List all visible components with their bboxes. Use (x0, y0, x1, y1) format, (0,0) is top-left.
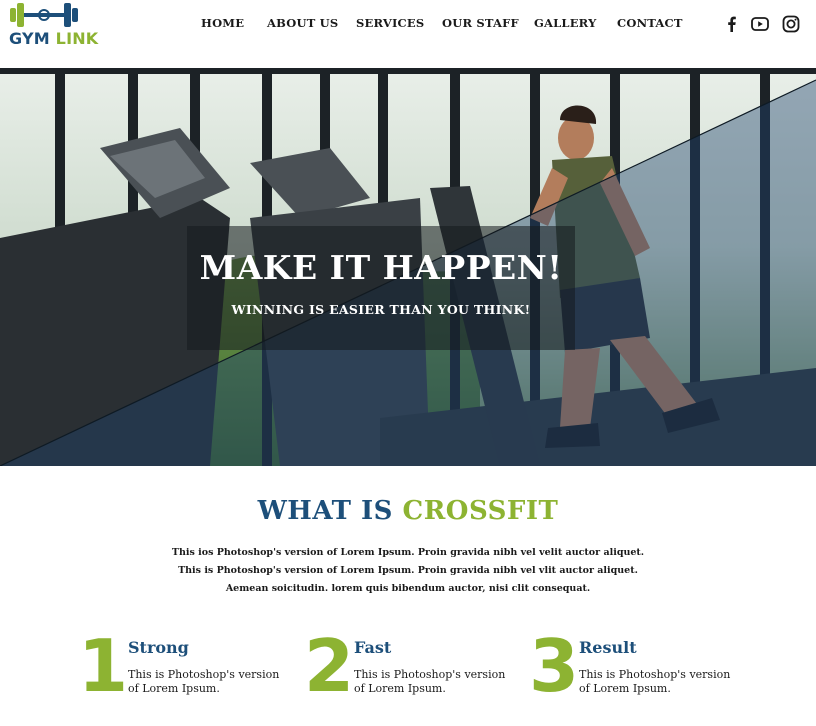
logo-text-link: LINK (55, 29, 99, 48)
description-line: This is Photoshop's version of Lorem Ips… (178, 565, 638, 576)
facebook-icon[interactable] (722, 14, 742, 34)
instagram-icon[interactable] (781, 14, 801, 34)
dumbbell-icon (10, 3, 78, 27)
section-title: WHAT IS CROSSFIT (0, 496, 816, 526)
hero-title: MAKE IT HAPPEN! (199, 248, 563, 287)
feature-result: 3 Result This is Photoshop's version of … (529, 626, 749, 712)
nav-our-staff[interactable]: OUR STAFF (442, 16, 519, 30)
section-title-part1: WHAT IS (257, 496, 393, 526)
nav-services[interactable]: SERVICES (356, 16, 424, 30)
section-title-part2: CROSSFIT (402, 496, 559, 526)
description-line: This ios Photoshop's version of Lorem Ip… (171, 547, 645, 558)
nav-contact[interactable]: CONTACT (617, 16, 683, 30)
feature-number: 2 (304, 624, 355, 708)
feature-title: Strong (128, 638, 189, 657)
youtube-icon[interactable] (750, 14, 770, 34)
logo[interactable]: GYM LINK (8, 0, 98, 50)
feature-number: 3 (529, 624, 580, 708)
logo-text-gym: GYM (9, 29, 50, 48)
nav-home[interactable]: HOME (201, 16, 244, 30)
feature-strong: 1 Strong This is Photoshop's version of … (78, 626, 288, 712)
section-description: This ios Photoshop's version of Lorem Ip… (0, 544, 816, 598)
logo-text: GYM LINK (9, 29, 98, 48)
description-line: Aemean soicitudin. lorem quis bibendum a… (225, 583, 591, 594)
hero-caption-box (187, 226, 575, 350)
feature-description: This is Photoshop's version of Lorem Ips… (579, 668, 731, 695)
feature-fast: 2 Fast This is Photoshop's version of Lo… (304, 626, 514, 712)
hero-subtitle: WINNING IS EASIER THAN YOU THINK! (231, 302, 531, 317)
feature-title: Fast (354, 638, 392, 657)
feature-title: Result (579, 638, 637, 657)
feature-description: This is Photoshop's version of Lorem Ips… (354, 668, 506, 695)
site-header: GYM LINK HOME ABOUT US SERVICES OUR STAF… (0, 0, 816, 68)
nav-gallery[interactable]: GALLERY (534, 16, 597, 30)
nav-about-us[interactable]: ABOUT US (267, 16, 338, 30)
feature-number: 1 (78, 624, 129, 708)
feature-description: This is Photoshop's version of Lorem Ips… (128, 668, 280, 695)
